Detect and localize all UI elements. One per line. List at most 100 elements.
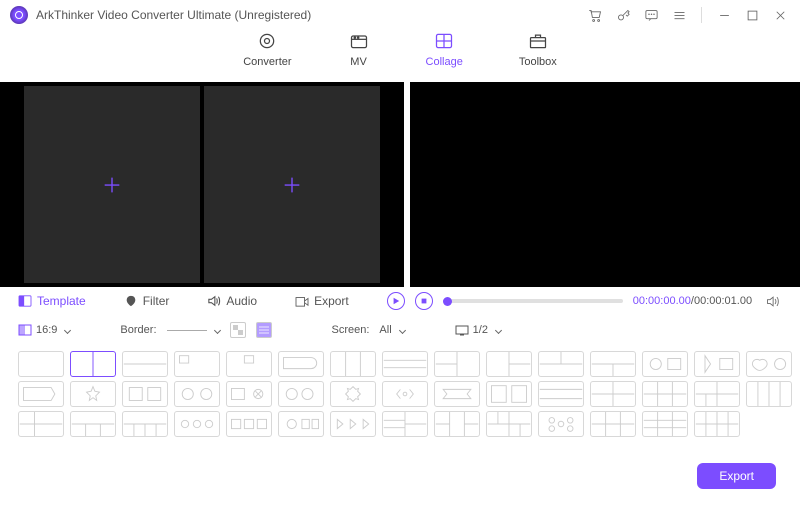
tab-label: Toolbox [519,56,557,68]
border-style-select[interactable] [167,328,220,333]
template-item[interactable] [330,351,376,377]
template-item[interactable] [590,351,636,377]
feedback-icon[interactable] [641,5,661,25]
subtab-template[interactable]: Template [18,294,86,308]
key-icon[interactable] [613,5,633,25]
collage-slot-1[interactable] [24,86,200,283]
template-item[interactable] [70,351,116,377]
subtab-label: Audio [226,294,257,308]
time-display: 00:00:00.00/00:00:01.00 [633,295,752,307]
template-item[interactable] [694,411,740,437]
template-item[interactable] [538,351,584,377]
tab-label: Converter [243,56,291,68]
template-item[interactable] [538,411,584,437]
tab-collage[interactable]: Collage [426,30,463,82]
ratio-select[interactable]: 16:9 [18,324,70,336]
template-item[interactable] [382,351,428,377]
titlebar-divider [701,7,702,23]
collage-slot-2[interactable] [204,86,380,283]
titlebar: ArkThinker Video Converter Ultimate (Unr… [0,0,800,30]
template-item[interactable] [434,351,480,377]
tab-mv[interactable]: MV [348,30,370,82]
template-item[interactable] [434,381,480,407]
template-item[interactable] [122,411,168,437]
template-item[interactable] [486,411,532,437]
template-item[interactable] [538,381,584,407]
template-item[interactable] [486,351,532,377]
template-item[interactable] [486,381,532,407]
subtab-filter[interactable]: Filter [124,294,170,308]
play-button[interactable] [387,292,405,310]
template-item[interactable] [174,351,220,377]
tab-toolbox[interactable]: Toolbox [519,30,557,82]
cart-icon[interactable] [585,5,605,25]
seek-bar[interactable] [443,299,623,303]
template-item[interactable] [278,411,324,437]
template-item[interactable] [18,381,64,407]
template-item[interactable] [382,411,428,437]
total-time: 00:00:01.00 [694,295,752,307]
template-item[interactable] [70,411,116,437]
tab-converter[interactable]: Converter [243,30,291,82]
preview-slot-1 [434,86,603,283]
chevron-down-icon [495,326,502,333]
template-item[interactable] [382,381,428,407]
screen-select[interactable]: All [379,324,404,336]
template-item[interactable] [434,411,480,437]
template-item[interactable] [18,351,64,377]
current-time: 00:00:00.00 [633,295,691,307]
chevron-down-icon [213,326,220,333]
template-item[interactable] [694,381,740,407]
page-select[interactable]: 1/2 [455,324,501,336]
chevron-down-icon [399,326,406,333]
templates-grid [0,345,800,437]
template-item[interactable] [174,381,220,407]
subtab-label: Export [314,294,349,308]
template-item[interactable] [590,381,636,407]
maximize-icon[interactable] [742,5,762,25]
workspace [0,82,800,287]
toolbox-icon [527,30,549,52]
border-label: Border: [120,324,156,336]
template-item[interactable] [278,351,324,377]
template-item[interactable] [122,351,168,377]
subtab-audio[interactable]: Audio [207,294,257,308]
template-item[interactable] [174,411,220,437]
subtab-label: Filter [143,294,170,308]
export-icon [295,295,309,307]
template-item[interactable] [330,381,376,407]
close-icon[interactable] [770,5,790,25]
template-item[interactable] [642,351,688,377]
template-item[interactable] [642,381,688,407]
template-item[interactable] [122,381,168,407]
template-item[interactable] [590,411,636,437]
template-item[interactable] [746,381,792,407]
template-item[interactable] [278,381,324,407]
volume-icon[interactable] [762,291,782,311]
app-logo-icon [10,6,28,24]
template-item[interactable] [746,351,792,377]
stop-button[interactable] [415,292,433,310]
template-item[interactable] [226,351,272,377]
converter-icon [256,30,278,52]
minimize-icon[interactable] [714,5,734,25]
tab-label: Collage [426,56,463,68]
template-item[interactable] [226,411,272,437]
preview-slot-2 [607,86,776,283]
subtab-label: Template [37,294,86,308]
template-item[interactable] [642,411,688,437]
border-pattern-picker[interactable] [256,322,272,338]
template-item[interactable] [18,411,64,437]
menu-icon[interactable] [669,5,689,25]
template-item[interactable] [70,381,116,407]
border-color-picker[interactable] [230,322,246,338]
preview-panel [410,82,800,287]
export-button[interactable]: Export [697,463,776,489]
collage-editor [0,82,404,287]
playback-controls: 00:00:00.00/00:00:01.00 [387,291,782,311]
mv-icon [348,30,370,52]
template-item[interactable] [330,411,376,437]
template-item[interactable] [226,381,272,407]
template-item[interactable] [694,351,740,377]
subtab-export[interactable]: Export [295,294,349,308]
